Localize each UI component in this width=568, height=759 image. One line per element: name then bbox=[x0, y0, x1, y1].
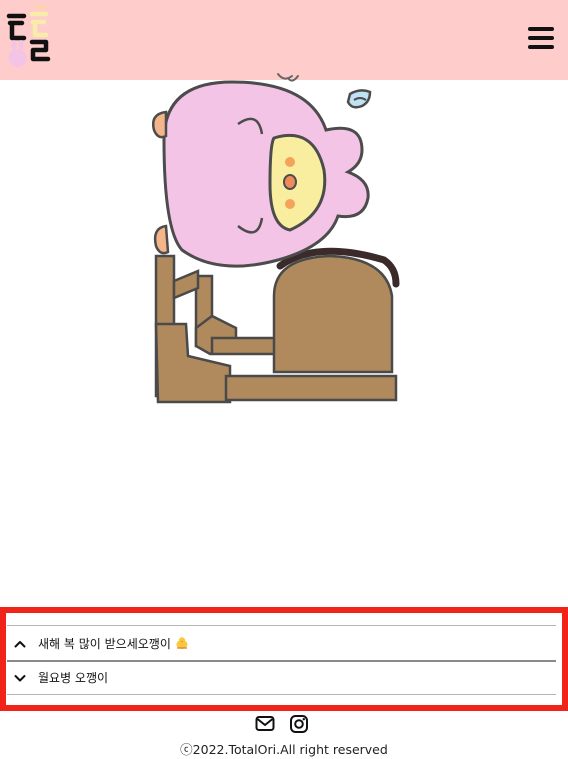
chick-icon bbox=[176, 637, 188, 649]
accordion-divider bbox=[7, 694, 556, 695]
footer-icons bbox=[0, 714, 568, 736]
chevron-down-icon bbox=[14, 675, 26, 682]
accordion-highlight-frame: 새해 복 많이 받으세오깽이 월요병 오깽이 bbox=[0, 607, 568, 711]
instagram-icon[interactable] bbox=[289, 714, 309, 734]
page: 새해 복 많이 받으세오깽이 월요병 오깽이 ⓒ2022.TotalOri.Al… bbox=[0, 0, 568, 759]
accordion-divider bbox=[7, 660, 556, 662]
pink-bunny-desk-illustration bbox=[152, 73, 400, 404]
accordion-item-new-year[interactable]: 새해 복 많이 받으세오깽이 bbox=[7, 629, 556, 659]
logo[interactable] bbox=[6, 4, 56, 70]
mail-icon[interactable] bbox=[255, 715, 275, 733]
accordion-divider bbox=[7, 625, 556, 626]
accordion-item-label: 월요병 오깽이 bbox=[38, 671, 109, 685]
accordion-item-label: 새해 복 많이 받으세오깽이 bbox=[38, 635, 189, 653]
chevron-up-icon bbox=[14, 641, 26, 648]
hamburger-menu-icon[interactable] bbox=[526, 24, 556, 52]
copyright-text: ⓒ2022.TotalOri.All right reserved bbox=[180, 742, 388, 757]
accordion-item-monday[interactable]: 월요병 오깽이 bbox=[7, 663, 556, 693]
